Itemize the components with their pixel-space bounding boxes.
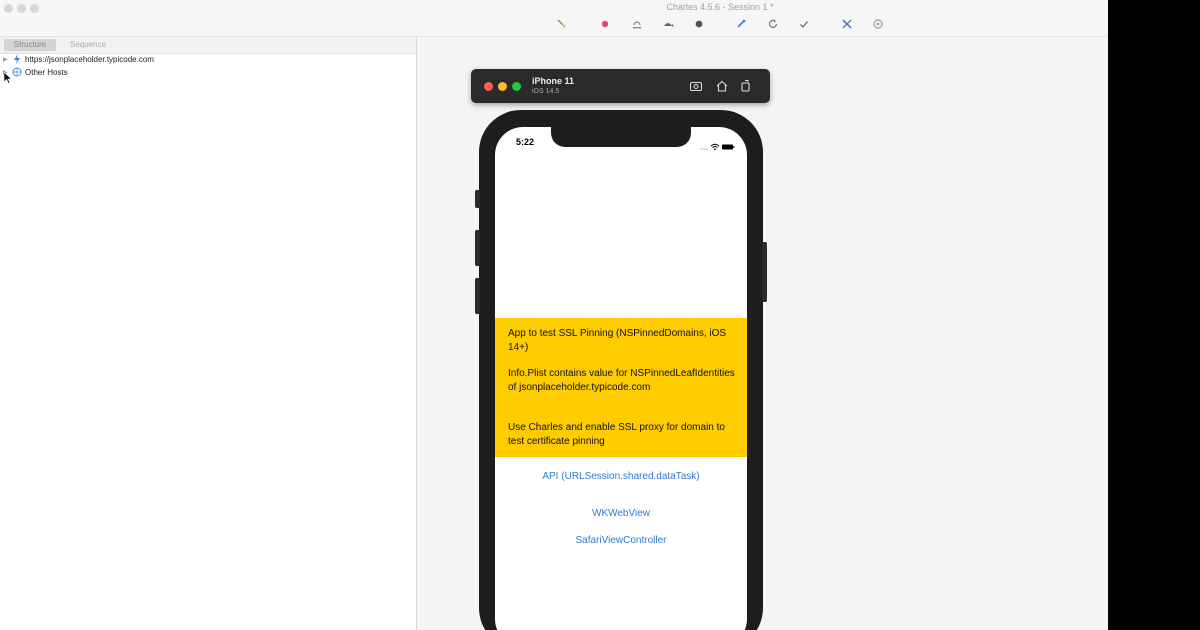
record-icon[interactable]: [599, 18, 611, 30]
phone-screen: 5:22 App to test SSL Pinning (NSPinnedDo…: [495, 127, 747, 630]
safari-view-controller-button[interactable]: SafariViewController: [495, 535, 747, 546]
os-version: iOS 14.5: [532, 88, 560, 95]
breakpoint-icon[interactable]: [693, 18, 705, 30]
disclosure-triangle-icon[interactable]: ▶: [3, 54, 8, 66]
mute-switch: [475, 190, 480, 208]
signal-icon: [700, 148, 708, 150]
api-urlsession-button[interactable]: API (URLSession.shared.dataTask): [495, 471, 747, 482]
throttle-icon[interactable]: [631, 18, 643, 30]
view-tabs: Structure Sequence: [0, 37, 416, 54]
title-bar: Charles 4.5.6 - Session 1 *: [0, 0, 1108, 37]
banner-line-3: Use Charles and enable SSL proxy for dom…: [508, 422, 725, 447]
tab-sequence[interactable]: Sequence: [60, 39, 116, 51]
rotate-icon[interactable]: [739, 79, 753, 93]
tree-item-host[interactable]: ▶ https://jsonplaceholder.typicode.com: [0, 54, 416, 66]
notch: [551, 127, 691, 147]
sim-zoom-button[interactable]: [512, 82, 521, 91]
status-time: 5:22: [516, 137, 535, 147]
tree-item-label: Other Hosts: [25, 68, 68, 77]
globe-icon: [12, 67, 22, 79]
repeat-icon[interactable]: [767, 18, 779, 30]
lightning-icon: [12, 54, 22, 66]
zoom-window-button[interactable]: [30, 4, 39, 13]
turtle-icon[interactable]: [662, 18, 674, 30]
volume-down-button: [475, 278, 480, 314]
close-window-button[interactable]: [4, 4, 13, 13]
info-banner: App to test SSL Pinning (NSPinnedDomains…: [495, 318, 747, 457]
wifi-icon: [710, 143, 720, 151]
minimize-window-button[interactable]: [17, 4, 26, 13]
sim-minimize-button[interactable]: [498, 82, 507, 91]
charles-window: Charles 4.5.6 - Session 1 * Structure Se…: [0, 0, 1108, 630]
banner-line-2: Info.Plist contains value for NSPinnedLe…: [508, 368, 735, 393]
device-name: iPhone 11: [532, 76, 575, 86]
side-button: [762, 242, 767, 302]
wkwebview-button[interactable]: WKWebView: [495, 508, 747, 519]
screenshot-icon[interactable]: [689, 79, 703, 93]
simulator-toolbar: iPhone 11 iOS 14.5: [471, 69, 770, 103]
status-icons: [699, 138, 735, 151]
battery-icon: [722, 144, 735, 150]
validate-icon[interactable]: [798, 18, 810, 30]
tree-item-other-hosts[interactable]: ▶ Other Hosts: [0, 67, 416, 79]
mouse-cursor-icon: [3, 71, 13, 86]
tree-item-label: https://jsonplaceholder.typicode.com: [25, 55, 154, 64]
window-title: Charles 4.5.6 - Session 1 *: [666, 2, 774, 12]
tools-icon[interactable]: [841, 18, 853, 30]
volume-up-button: [475, 230, 480, 266]
settings-icon[interactable]: [872, 18, 884, 30]
home-icon[interactable]: [715, 79, 729, 93]
compose-icon[interactable]: [735, 18, 747, 30]
banner-line-1: App to test SSL Pinning (NSPinnedDomains…: [508, 328, 727, 353]
sim-close-button[interactable]: [484, 82, 493, 91]
structure-panel: Structure Sequence ▶ https://jsonplaceho…: [0, 37, 417, 630]
broom-icon[interactable]: [556, 18, 568, 30]
tab-structure[interactable]: Structure: [4, 39, 56, 51]
